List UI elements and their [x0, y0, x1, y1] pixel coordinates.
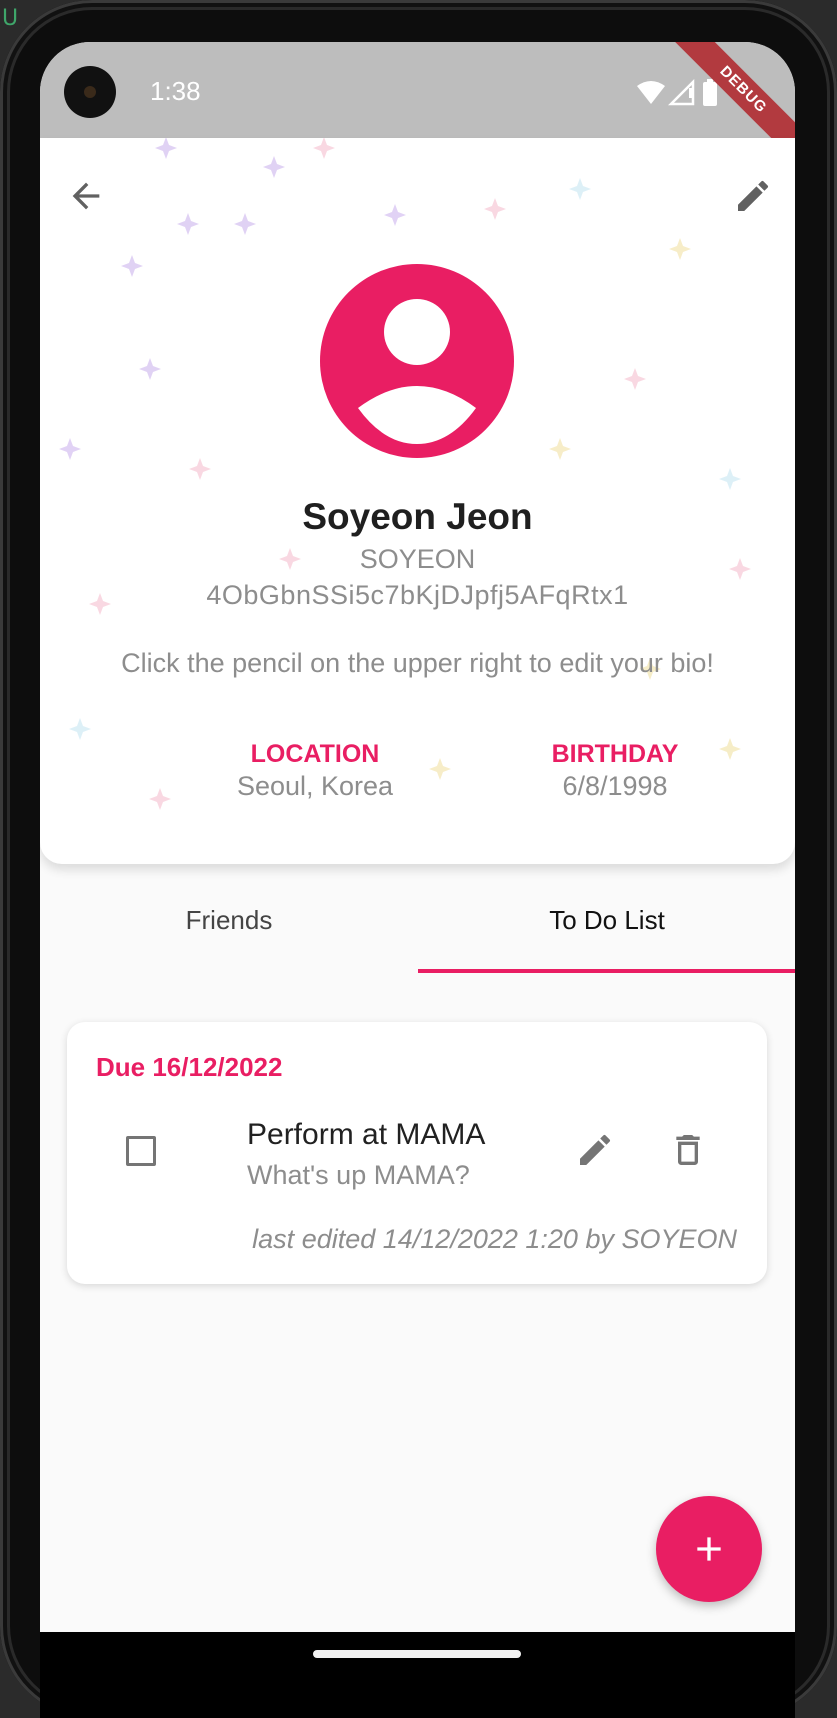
- tab-bar: Friends To Do List: [40, 864, 795, 976]
- todo-subtitle: What's up MAMA?: [247, 1160, 470, 1190]
- home-indicator[interactable]: [313, 1650, 521, 1658]
- todo-checkbox[interactable]: [126, 1136, 156, 1166]
- todo-due-date: Due 16/12/2022: [96, 1052, 283, 1082]
- profile-header-card: Soyeon Jeon SOYEON 4ObGbnSSi5c7bKjDJpfj5…: [40, 138, 795, 864]
- birthday-block: BIRTHDAY 6/8/1998: [495, 740, 735, 802]
- profile-name: Soyeon Jeon: [302, 496, 533, 537]
- todo-title: Perform at MAMA: [247, 1118, 486, 1151]
- location-value: Seoul, Korea: [236, 771, 394, 801]
- back-button[interactable]: [54, 164, 118, 228]
- navigation-bar: [40, 1632, 795, 1718]
- app-screen: 1:38 DEBUG Soyeon Jeon SOYEON 4ObGbnSSi5…: [40, 42, 795, 1632]
- todo-card: Due 16/12/2022 Perform at MAMA What's up…: [67, 1022, 767, 1284]
- add-todo-button[interactable]: [656, 1496, 762, 1602]
- tab-friends[interactable]: Friends: [40, 864, 418, 976]
- profile-username: SOYEON: [359, 544, 476, 574]
- edit-profile-button[interactable]: [721, 164, 785, 228]
- profile-uid: 4ObGbnSSi5c7bKjDJpfj5AFqRtx1: [206, 580, 629, 610]
- wifi-icon: [637, 81, 665, 104]
- trash-icon: [676, 1135, 700, 1165]
- battery-icon: [703, 79, 717, 106]
- location-label: LOCATION: [250, 740, 380, 768]
- profile-bio: Click the pencil on the upper right to e…: [121, 648, 714, 678]
- birthday-value: 6/8/1998: [562, 771, 668, 801]
- birthday-label: BIRTHDAY: [551, 740, 679, 768]
- todo-last-edited: last edited 14/12/2022 1:20 by SOYEON: [252, 1224, 737, 1254]
- pencil-icon: [738, 180, 769, 211]
- tab-indicator: [418, 969, 795, 973]
- avatar: [320, 264, 514, 458]
- status-time: 1:38: [150, 76, 201, 106]
- location-block: LOCATION Seoul, Korea: [195, 740, 435, 802]
- account-circle-icon: [320, 264, 514, 458]
- todo-edit-button[interactable]: [571, 1126, 619, 1174]
- status-bar: 1:38 DEBUG: [40, 42, 795, 171]
- signal-icon: [667, 78, 695, 106]
- arrow-back-icon: [72, 182, 100, 210]
- camera-cutout: [64, 66, 116, 118]
- plus-icon: [697, 1537, 721, 1561]
- pencil-icon: [580, 1134, 611, 1165]
- todo-delete-button[interactable]: [664, 1126, 712, 1174]
- corner-mark: U: [2, 6, 19, 31]
- tab-to-do-list[interactable]: To Do List: [418, 864, 795, 976]
